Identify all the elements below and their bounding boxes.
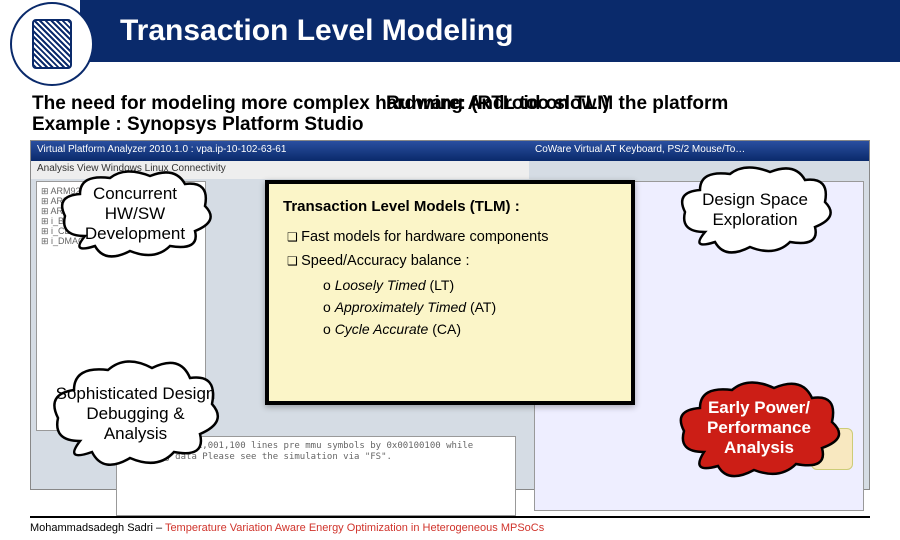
intro-line-1: The need for modeling more complex hardw… bbox=[32, 94, 880, 114]
cloud-3-text: Sophisticated Design Debugging & Analysi… bbox=[48, 384, 223, 444]
tlm-callout-box: Transaction Level Models (TLM) : Fast mo… bbox=[265, 180, 635, 405]
cloud-2-text: Design Space Exploration bbox=[675, 190, 835, 230]
footer-topic: Temperature Variation Aware Energy Optim… bbox=[165, 522, 544, 534]
crest-inner-icon bbox=[32, 19, 72, 69]
tlm-sub-2: Approximately Timed (AT) bbox=[323, 299, 617, 315]
intro-text-b: Running Android on TLM the platform bbox=[386, 94, 728, 114]
cloud-1-text: Concurrent HW/SW Development bbox=[55, 184, 215, 244]
tlm-bullet-1: Fast models for hardware components bbox=[287, 229, 617, 245]
slide-footer: Mohammadsadegh Sadri – Temperature Varia… bbox=[30, 516, 870, 534]
cloud-design-space: Design Space Exploration bbox=[675, 162, 835, 257]
tlm-sub-3-text: Cycle Accurate bbox=[335, 321, 429, 337]
header-bar: Transaction Level Modeling bbox=[80, 0, 900, 62]
window-titlebar-right: CoWare Virtual AT Keyboard, PS/2 Mouse/T… bbox=[529, 141, 869, 161]
tlm-bullet-2: Speed/Accuracy balance : bbox=[287, 253, 617, 269]
intro-line-2: Example : Synopsys Platform Studio bbox=[32, 114, 364, 136]
footer-author: Mohammadsadegh Sadri – bbox=[30, 522, 165, 534]
cloud-debugging-analysis: Sophisticated Design Debugging & Analysi… bbox=[48, 356, 223, 471]
slide: Transaction Level Modeling The need for … bbox=[0, 0, 900, 540]
cloud-concurrent-hwsw: Concurrent HW/SW Development bbox=[55, 166, 215, 261]
tlm-sub-2-text: Approximately Timed bbox=[335, 299, 466, 315]
cloud-power-performance: Early Power/ Performance Analysis bbox=[674, 378, 844, 478]
cloud-4-text: Early Power/ Performance Analysis bbox=[674, 398, 844, 458]
tlm-title: Transaction Level Models (TLM) : bbox=[283, 198, 617, 215]
tlm-sub-3-paren: (CA) bbox=[432, 321, 461, 337]
university-crest-icon bbox=[10, 2, 94, 86]
tlm-sub-3: Cycle Accurate (CA) bbox=[323, 321, 617, 337]
tlm-sub-1-paren: (LT) bbox=[430, 277, 455, 293]
slide-title: Transaction Level Modeling bbox=[120, 14, 513, 48]
tlm-sub-1-text: Loosely Timed bbox=[335, 277, 426, 293]
tlm-sub-1: Loosely Timed (LT) bbox=[323, 277, 617, 293]
slide-header: Transaction Level Modeling bbox=[0, 0, 900, 62]
tlm-sub-2-paren: (AT) bbox=[470, 299, 496, 315]
